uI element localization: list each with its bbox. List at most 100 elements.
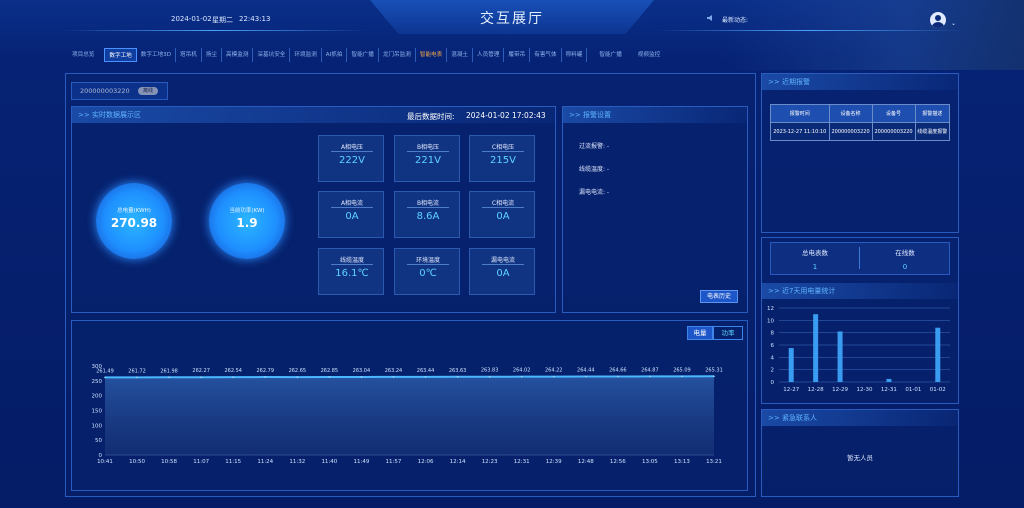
data-label: 264.66 — [609, 367, 627, 373]
last-data-time-label: 最后数据时间: — [407, 112, 455, 121]
x-tick-label: 01-01 — [905, 387, 921, 393]
metric-label: B相电流 — [416, 200, 440, 207]
metric-value: 0A — [345, 211, 359, 222]
meter-history-button[interactable]: 电表历史 — [700, 290, 738, 303]
x-tick-label: 12:06 — [418, 459, 434, 465]
nav-item-0[interactable]: 项目总览 — [68, 48, 98, 62]
table-header: 报警时间 设备名称 设备号 报警描述 — [770, 104, 951, 123]
nav-item-2[interactable]: 数字工地3D — [137, 48, 177, 62]
power-value: 1.9 — [236, 216, 258, 230]
metric-value: 16.1℃ — [335, 268, 369, 279]
x-tick-label: 01-02 — [930, 387, 946, 393]
bar — [837, 331, 843, 382]
x-tick-label: 10:58 — [161, 459, 177, 465]
main-nav: 项目总览 数字工地 数字工地3D 塔吊机 扬尘 高模监测 深基坑安全 环境监测 AI抓拍 智能广播… — [68, 48, 664, 62]
data-label: 263.83 — [481, 368, 499, 374]
nav-item-1[interactable]: 数字工地 — [104, 48, 137, 62]
energy-area — [105, 376, 714, 455]
metric-card-2: C相电压 215V — [469, 135, 535, 182]
online-meters-value: 0 — [902, 263, 908, 271]
metric-card-7: 环境温度 0℃ — [394, 248, 460, 295]
data-point — [200, 376, 202, 378]
nav-item-4[interactable]: 扬尘 — [202, 48, 223, 62]
nav-item-12[interactable]: 混凝土 — [447, 48, 474, 62]
bar — [886, 378, 892, 382]
nav-item-16[interactable]: 称料罐 — [562, 48, 588, 62]
x-tick-label: 12-28 — [808, 387, 824, 393]
x-tick-label: 11:07 — [193, 459, 209, 465]
data-label: 264.87 — [641, 367, 659, 373]
y-tick-label: 0 — [771, 380, 775, 386]
data-label: 262.65 — [289, 368, 307, 374]
data-point — [424, 376, 427, 378]
data-point — [584, 375, 587, 378]
table-cell: 200000003220 — [828, 122, 873, 141]
data-label: 261.49 — [96, 368, 114, 374]
nav-item-3[interactable]: 塔吊机 — [176, 48, 202, 62]
metric-label: 环境温度 — [415, 257, 440, 264]
x-tick-label: 12:39 — [546, 459, 562, 465]
metric-value: 0A — [496, 211, 510, 222]
data-point — [328, 376, 331, 378]
recent-alarms-title: >> 近期报警 — [762, 74, 958, 90]
data-label: 264.02 — [513, 368, 531, 374]
x-tick-label: 11:40 — [321, 459, 337, 465]
table-row[interactable]: 2023-12-27 11:10:10 200000003220 200000003… — [770, 122, 951, 141]
nav-item-10[interactable]: 龙门吊监测 — [379, 48, 416, 62]
y-tick-label: 8 — [771, 331, 775, 337]
nav-item-11[interactable]: 智能电表 — [416, 48, 448, 62]
data-point — [136, 376, 138, 379]
data-point — [168, 376, 170, 379]
nav-item-5[interactable]: 高模监测 — [222, 48, 254, 62]
data-point — [456, 375, 459, 378]
online-meters-label: 在线数 — [895, 249, 915, 257]
nav-item-17[interactable]: 智能广播 — [595, 48, 625, 62]
data-point — [520, 375, 523, 378]
nav-item-6[interactable]: 深基坑安全 — [253, 48, 291, 62]
data-label: 262.79 — [257, 368, 275, 374]
total-energy-value: 270.98 — [110, 216, 158, 230]
data-point — [552, 375, 555, 378]
nav-item-14[interactable]: 履带吊 — [504, 48, 531, 62]
column-header: 设备名称 — [828, 104, 873, 123]
total-meters-label: 总电表数 — [802, 249, 828, 257]
avatar[interactable] — [930, 12, 946, 28]
data-label: 263.44 — [417, 368, 435, 374]
recent-alarms-table: 报警时间 设备名称 设备号 报警描述 2023-12-27 11:10:10 200000… — [770, 104, 951, 141]
nav-item-9[interactable]: 智能广播 — [347, 48, 379, 62]
x-tick-label: 10:50 — [129, 459, 145, 465]
emergency-contacts-title: >> 紧急联系人 — [762, 410, 958, 426]
nav-item-18[interactable]: 视频监控 — [634, 48, 664, 62]
data-label: 263.63 — [449, 368, 467, 374]
data-label: 262.54 — [224, 368, 242, 374]
x-tick-label: 12-31 — [881, 387, 897, 393]
nav-item-8[interactable]: AI抓拍 — [322, 48, 348, 62]
metric-label: 漏电电流 — [490, 257, 515, 264]
chevron-down-icon[interactable]: ⌄ — [951, 20, 956, 27]
x-tick-label: 12:56 — [610, 459, 626, 465]
y-tick-label: 6 — [771, 343, 775, 349]
x-tick-label: 11:15 — [225, 459, 241, 465]
metric-card-1: B相电压 221V — [394, 135, 460, 182]
metric-card-0: A相电压 222V — [318, 135, 384, 182]
data-label: 261.98 — [160, 368, 178, 374]
metric-value: 215V — [490, 155, 516, 166]
cable-temp-alarm: 线缆温度: - — [579, 166, 610, 173]
tab-power[interactable]: 功率 — [713, 326, 743, 340]
header-line-right — [654, 30, 964, 31]
tab-energy[interactable]: 电量 — [687, 326, 713, 340]
data-point — [681, 375, 683, 378]
x-tick-label: 13:13 — [674, 459, 690, 465]
nav-item-7[interactable]: 环境监测 — [290, 48, 322, 62]
metric-value: 0A — [496, 268, 510, 279]
page-title: 交互展厅 — [480, 11, 544, 27]
x-tick-label: 11:32 — [289, 459, 305, 465]
nav-item-13[interactable]: 人员管理 — [473, 48, 505, 62]
data-point — [296, 376, 299, 378]
x-tick-label: 12-27 — [783, 387, 799, 393]
weekly-bar-chart: 0 2 4 6 8 10 12 12-27 12-28 12-29 12-30 12-31 01-01 0… — [767, 306, 950, 393]
metric-divider — [331, 151, 373, 152]
metric-value: 8.6A — [416, 211, 440, 222]
nav-item-15[interactable]: 有害气体 — [530, 48, 562, 62]
metric-label: B相电压 — [416, 144, 440, 151]
